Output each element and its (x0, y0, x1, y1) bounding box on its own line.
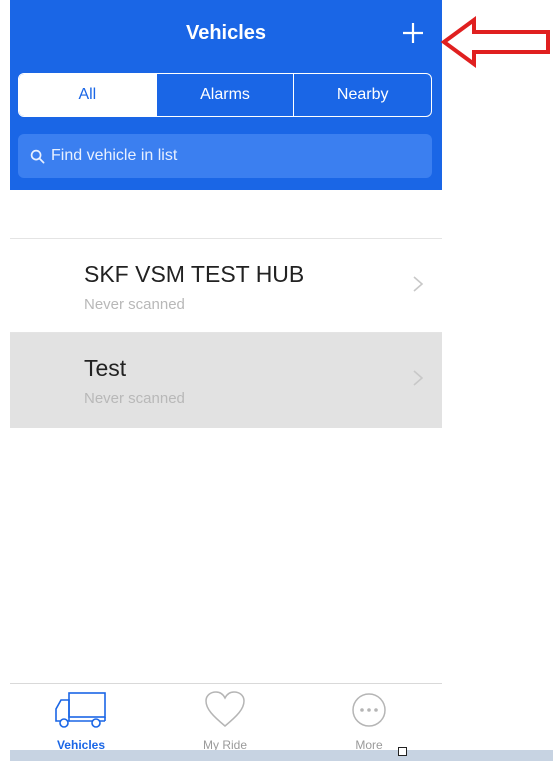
resize-handle[interactable] (398, 747, 407, 756)
search-icon (30, 149, 45, 163)
page-title: Vehicles (185, 22, 267, 44)
add-vehicle-button[interactable] (398, 18, 428, 48)
tab-vehicles[interactable]: Vehicles (36, 688, 126, 752)
search-placeholder: Find vehicle in list (51, 147, 178, 164)
tab-more[interactable]: More (324, 688, 414, 752)
vehicle-status: Never scanned (84, 390, 185, 407)
navigation-header: Vehicles All Alarms Nearby Find vehicle … (10, 0, 442, 190)
vehicle-status: Never scanned (84, 296, 185, 313)
filter-segmented-control: All Alarms Nearby (18, 73, 432, 117)
truck-icon (55, 692, 106, 728)
segment-nearby[interactable]: Nearby (294, 74, 431, 116)
more-icon (352, 693, 386, 727)
chevron-right-icon (412, 275, 424, 293)
tab-bar: Vehicles My Ride More (10, 683, 442, 752)
vehicle-row[interactable]: Test Never scanned (10, 333, 442, 428)
segment-all[interactable]: All (19, 74, 157, 116)
app-screen: Vehicles All Alarms Nearby Find vehicle … (10, 0, 442, 761)
vehicle-row[interactable]: SKF VSM TEST HUB Never scanned (10, 239, 442, 333)
window-bottom-strip (10, 750, 553, 761)
heart-icon (205, 691, 245, 727)
search-input[interactable]: Find vehicle in list (18, 134, 432, 178)
segment-alarms[interactable]: Alarms (157, 74, 295, 116)
tab-my-ride[interactable]: My Ride (180, 688, 270, 752)
plus-icon (403, 23, 423, 43)
vehicle-name: SKF VSM TEST HUB (84, 261, 305, 287)
chevron-right-icon (412, 369, 424, 387)
red-arrow-annotation (440, 14, 553, 72)
vehicle-name: Test (84, 355, 127, 381)
